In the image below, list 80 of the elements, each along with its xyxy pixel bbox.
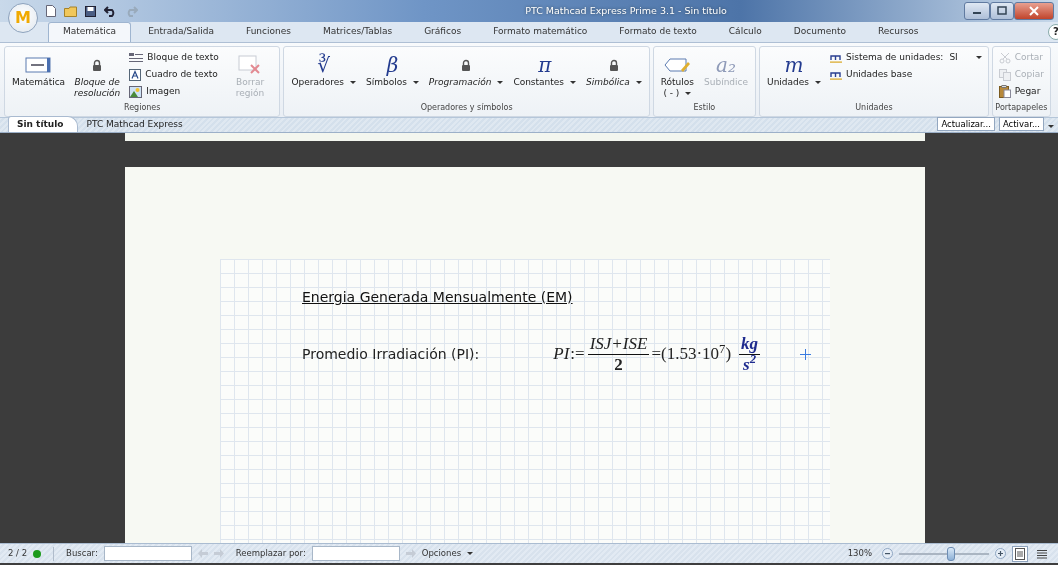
ribbon-button[interactable]: ∛ Operadores [288, 49, 359, 91]
unit-m-icon [830, 52, 843, 63]
page-icon [1015, 547, 1025, 560]
label-text: Promedio Irradiación (PI): [302, 344, 480, 364]
group-label: Operadores y símbolos [419, 102, 514, 114]
document-tab[interactable]: PTC Mathcad Express [78, 116, 197, 132]
zoom-out-icon[interactable] [882, 548, 893, 559]
lock-icon [608, 59, 619, 71]
close-button[interactable] [1014, 2, 1054, 20]
lock-icon [92, 59, 103, 71]
zoom-in-icon[interactable] [995, 548, 1006, 559]
window-title: PTC Mathcad Express Prime 3.1 - Sin título [524, 3, 727, 18]
heading-text: Energia Generada Mensualmente (EM) [302, 288, 574, 307]
ribbon-tab[interactable]: Matemática [48, 21, 132, 42]
group-label: Estilo [692, 102, 717, 114]
close-icon [1029, 6, 1039, 16]
ribbon-tab[interactable]: Gráficos [409, 21, 477, 42]
status-dot-icon [33, 549, 42, 558]
ribbon-button[interactable]: Rótulos ( - ) [657, 49, 698, 102]
toolbar-button[interactable]: Activar... [998, 117, 1044, 131]
minimize-button[interactable] [964, 2, 990, 20]
clipboard-icon [998, 85, 1011, 98]
ribbon-item[interactable]: Cuadro de texto [127, 67, 221, 82]
text-lines-icon [129, 51, 144, 64]
ribbon-tab[interactable]: Entrada/Salida [133, 21, 229, 42]
ribbon-item[interactable]: Bloque de texto [127, 50, 221, 65]
maximize-icon [997, 6, 1007, 15]
options-menu[interactable]: Opciones [421, 547, 474, 560]
ribbon-button[interactable]: Bloque de resolución [71, 49, 124, 102]
ribbon-button[interactable]: Simbólica [583, 49, 645, 91]
page-count: 2 / 2 [8, 547, 28, 560]
zoom-slider[interactable] [947, 546, 956, 561]
text-box-icon [129, 68, 142, 81]
group-label: Regiones [123, 102, 162, 114]
ribbon-button[interactable]: m Unidades [764, 49, 825, 91]
ribbon-tab[interactable]: Formato de texto [604, 21, 712, 42]
symbol-glyph: π [538, 55, 552, 75]
group-label: Portapapeles [994, 102, 1049, 114]
ribbon-button[interactable]: π Constantes [510, 49, 580, 91]
lock-icon [461, 59, 472, 71]
find-label: Buscar: [66, 547, 98, 560]
symbol-glyph: ∛ [317, 55, 331, 75]
unit-m-icon [830, 69, 843, 80]
ribbon-button[interactable]: β Símbolos [362, 49, 422, 91]
symbol-glyph: a₂ [716, 55, 737, 75]
ribbon-tab[interactable]: Recursos [862, 21, 934, 42]
ribbon-tab[interactable]: Matrices/Tablas [307, 21, 408, 42]
erase-region-icon [238, 55, 263, 75]
group-label: Unidades [854, 102, 894, 114]
ribbon-tab[interactable]: Documento [778, 21, 861, 42]
crosshair-cursor-icon [800, 348, 812, 360]
page-view-button[interactable] [1012, 545, 1028, 562]
ribbon-tab[interactable]: Funciones [231, 21, 306, 42]
symbol-glyph: m [784, 55, 804, 75]
replace-field[interactable] [311, 546, 400, 561]
copy-icon [998, 68, 1011, 81]
minimize-icon [973, 12, 981, 14]
ribbon-button[interactable]: Matemática [9, 49, 67, 91]
ribbon-item[interactable]: Pegar [996, 84, 1046, 99]
toolbar-button[interactable]: Actualizar... [937, 117, 995, 131]
ribbon-item[interactable]: Sistema de unidades: SI [828, 50, 984, 65]
symbol-glyph: β [386, 55, 399, 75]
find-field[interactable] [103, 546, 192, 561]
ribbon-item[interactable]: Unidades base [828, 67, 984, 82]
lines-icon [1037, 548, 1047, 559]
label-tag-icon [664, 56, 691, 74]
scissors-icon [998, 51, 1011, 64]
math-box-icon [25, 57, 51, 73]
ribbon-button[interactable]: Programación [425, 49, 507, 91]
zoom-percent: 130% [847, 547, 872, 560]
ribbon-tab[interactable]: Formato matemático [478, 21, 603, 42]
save-icon[interactable] [85, 5, 96, 17]
help-button[interactable]: ? [1048, 24, 1058, 40]
image-icon [129, 85, 143, 98]
ribbon-tab[interactable]: Cálculo [713, 21, 777, 42]
maximize-button[interactable] [990, 2, 1014, 20]
ribbon-item[interactable]: Imagen [127, 84, 221, 99]
undo-icon[interactable] [104, 5, 117, 17]
new-file-icon[interactable] [46, 5, 56, 17]
replace-label: Reemplazar por: [235, 547, 306, 560]
